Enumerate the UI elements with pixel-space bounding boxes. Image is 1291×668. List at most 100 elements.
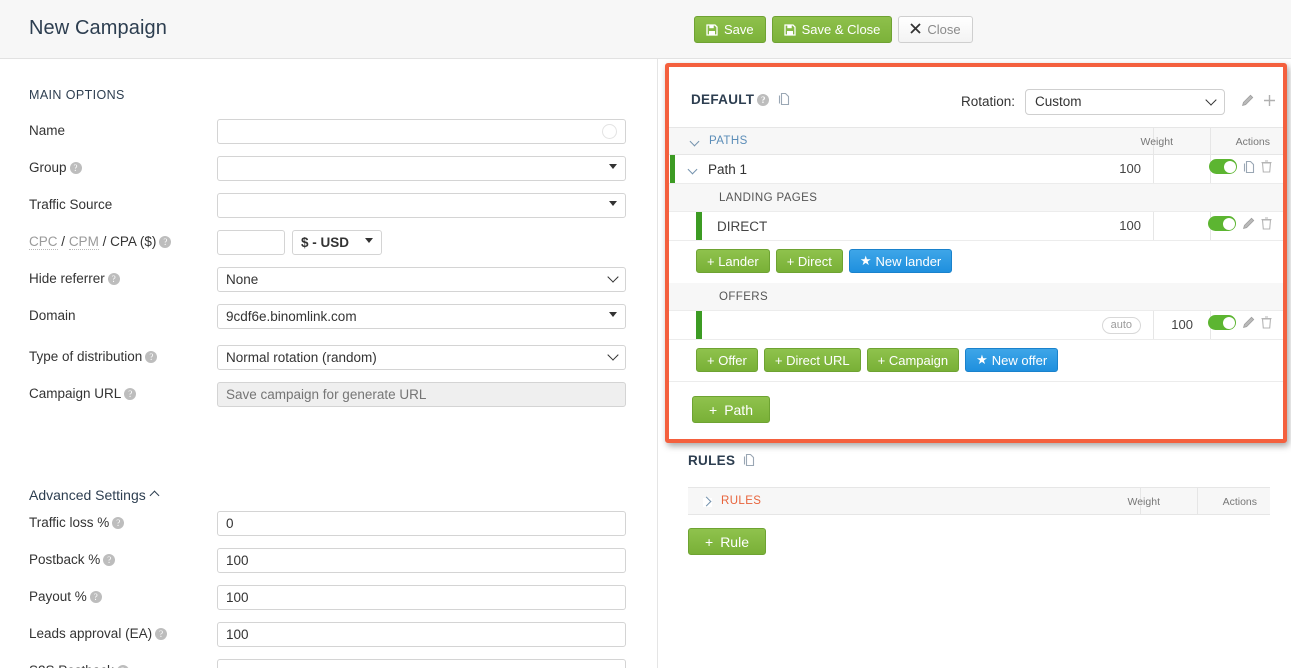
column-divider (1153, 311, 1154, 339)
landing-pages-header: LANDING PAGES (669, 184, 1283, 212)
new-offer-button[interactable]: ★ New offer (965, 348, 1058, 372)
edit-pencil-icon[interactable] (1242, 316, 1255, 329)
add-offer-button[interactable]: + Offer (696, 348, 758, 372)
help-icon[interactable]: ? (70, 162, 82, 174)
campaign-url-input[interactable] (217, 382, 626, 407)
column-divider (1153, 155, 1154, 183)
offer-row[interactable]: auto 100 (669, 311, 1283, 340)
offers-header: OFFERS (669, 283, 1283, 311)
help-icon[interactable]: ? (145, 351, 157, 363)
rules-header-label: RULES (721, 495, 761, 507)
trash-icon[interactable] (1261, 160, 1272, 173)
field-row-domain: Domain 9cdf6e.binomlink.com (0, 304, 658, 341)
add-rule-button-label: Rule (720, 534, 749, 550)
group-label: Group? (29, 160, 82, 175)
landing-page-actions (1208, 216, 1272, 231)
save-and-close-button[interactable]: Save & Close (772, 16, 893, 43)
copy-icon[interactable] (1243, 160, 1255, 174)
main-options-panel: MAIN OPTIONS Name Group? Traffic Source (0, 59, 658, 668)
add-plus-icon[interactable] (1263, 94, 1276, 107)
field-row-s2s-postback: S2S Postback? (0, 608, 658, 645)
name-input[interactable] (217, 119, 626, 144)
plus-icon: + (709, 402, 717, 418)
help-icon[interactable]: ? (108, 273, 120, 285)
trash-icon[interactable] (1261, 217, 1272, 230)
cost-label: CPC / CPM / CPA ($)? (29, 234, 171, 249)
edit-pencil-icon[interactable] (1241, 94, 1254, 107)
default-block-title: DEFAULT (691, 92, 754, 107)
cpm-link[interactable]: CPM (69, 234, 99, 250)
hide-referrer-label: Hide referrer? (29, 271, 120, 286)
field-row-cost: CPC / CPM / CPA ($)? $ - USD (0, 230, 658, 267)
add-lander-button[interactable]: + Lander (696, 249, 770, 273)
traffic-source-select[interactable] (217, 193, 626, 218)
path-actions (1209, 159, 1272, 174)
landing-pages-button-group: + Lander + Direct ★ New lander (696, 249, 952, 273)
column-divider (1210, 128, 1211, 154)
edit-pencil-icon[interactable] (1242, 217, 1255, 230)
copy-icon[interactable] (743, 453, 755, 467)
hide-referrer-select[interactable]: None (217, 267, 626, 292)
main-options-heading: MAIN OPTIONS (29, 88, 125, 102)
add-direct-button[interactable]: + Direct (776, 249, 843, 273)
offers-button-group: + Offer + Direct URL + Campaign ★ New of… (696, 348, 1058, 372)
add-campaign-button[interactable]: + Campaign (867, 348, 959, 372)
type-of-distribution-select[interactable]: Normal rotation (random) (217, 345, 626, 370)
rules-section-title: RULES (688, 453, 735, 468)
rotation-label: Rotation: (961, 94, 1015, 109)
currency-select[interactable]: $ - USD (292, 230, 382, 255)
add-path-button[interactable]: + Path (692, 396, 770, 423)
landing-page-weight: 100 (1119, 218, 1141, 233)
default-flow-block-inner: DEFAULT? Rotation: Custom (669, 67, 1283, 439)
column-divider (1197, 488, 1198, 514)
trash-icon[interactable] (1261, 316, 1272, 329)
weight-column-header: Weight (1141, 136, 1174, 148)
cost-value-input[interactable] (217, 230, 285, 255)
landing-pages-title: LANDING PAGES (719, 192, 817, 204)
copy-icon[interactable] (778, 92, 790, 106)
page-title: New Campaign (29, 17, 167, 40)
loading-spinner-icon (602, 124, 617, 139)
default-block-header: DEFAULT? (691, 92, 790, 107)
path-enable-toggle[interactable] (1209, 159, 1237, 174)
field-row-traffic-loss: Traffic loss %? (0, 460, 658, 497)
field-row-group: Group? (0, 156, 658, 193)
cpc-link[interactable]: CPC (29, 234, 58, 250)
chevron-down-icon[interactable] (691, 138, 700, 147)
chevron-down-icon[interactable] (689, 166, 698, 175)
new-lander-button[interactable]: ★ New lander (849, 249, 952, 273)
save-button[interactable]: Save (694, 16, 766, 43)
cost-label-sep-1: / (61, 234, 65, 249)
offers-title: OFFERS (719, 291, 768, 303)
campaign-url-label: Campaign URL? (29, 386, 136, 401)
name-label: Name (29, 123, 65, 138)
help-icon[interactable]: ? (159, 236, 171, 248)
offer-weight: 100 (1171, 317, 1193, 332)
domain-label: Domain (29, 308, 76, 323)
new-offer-button-label: New offer (992, 353, 1047, 368)
landing-page-row[interactable]: DIRECT 100 (669, 212, 1283, 241)
field-row-payout-pct: Payout %? (0, 534, 658, 571)
actions-column-header: Actions (1223, 496, 1257, 508)
cpa-label: CPA ($) (110, 234, 156, 249)
domain-select[interactable]: 9cdf6e.binomlink.com (217, 304, 626, 329)
path-row[interactable]: Path 1 100 (669, 155, 1283, 184)
help-icon[interactable]: ? (124, 388, 136, 400)
landing-page-enable-toggle[interactable] (1208, 216, 1236, 231)
star-icon: ★ (976, 352, 988, 368)
help-icon[interactable]: ? (757, 94, 769, 106)
add-direct-url-button[interactable]: + Direct URL (764, 348, 861, 372)
chevron-right-icon[interactable] (703, 498, 712, 507)
path-accent-bar (670, 155, 675, 183)
offer-enable-toggle[interactable] (1208, 315, 1236, 330)
field-row-hide-referrer: Hide referrer? None (0, 267, 658, 304)
close-button[interactable]: Close (898, 16, 972, 43)
group-select[interactable] (217, 156, 626, 181)
column-divider (1153, 212, 1154, 240)
close-x-icon (910, 23, 921, 36)
add-rule-button[interactable]: + Rule (688, 528, 766, 555)
path-name: Path 1 (708, 162, 747, 177)
field-row-traffic-source: Traffic Source (0, 193, 658, 230)
field-row-leads-approval: Leads approval (EA)? (0, 571, 658, 608)
rotation-select[interactable]: Custom (1025, 89, 1225, 115)
